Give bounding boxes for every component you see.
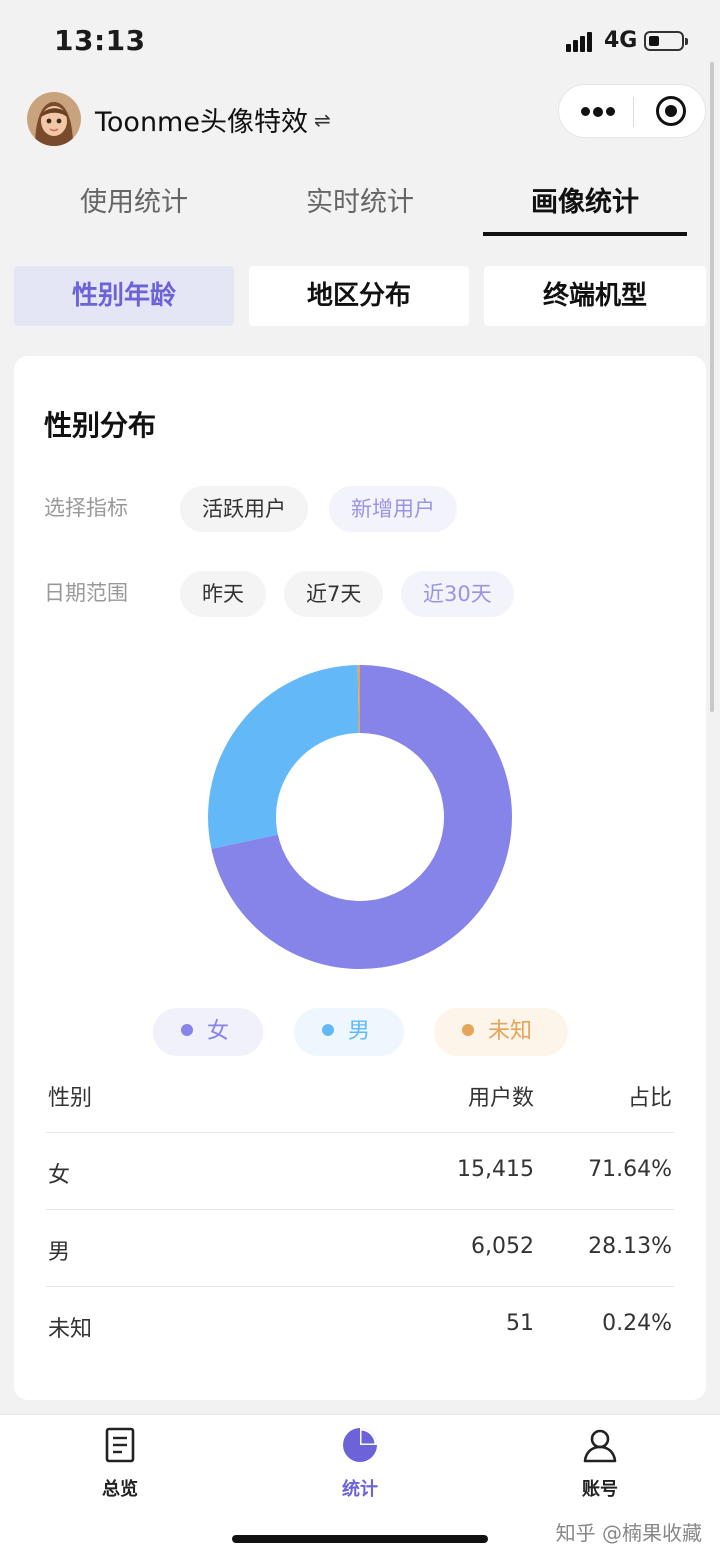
capsule-menu	[558, 84, 706, 138]
more-icon[interactable]	[581, 106, 617, 117]
profile-segments: 性别年龄 地区分布 终端机型	[14, 266, 706, 326]
table-cell-users: 51	[506, 1311, 534, 1336]
metric-active-users[interactable]: 活跃用户	[180, 486, 308, 532]
table-cell-ratio: 28.13%	[588, 1234, 672, 1259]
date-last-30-days[interactable]: 近30天	[401, 571, 514, 617]
capsule-divider	[633, 97, 634, 127]
segment-region[interactable]: 地区分布	[249, 266, 469, 326]
table-divider	[46, 1209, 674, 1210]
table-cell-gender: 女	[48, 1163, 71, 1188]
network-type: 4G	[604, 28, 638, 53]
table-header-gender: 性别	[48, 1086, 93, 1111]
segment-gender-age[interactable]: 性别年龄	[14, 266, 234, 326]
tab-usage-stats[interactable]: 使用统计	[24, 180, 244, 219]
table-cell-gender: 未知	[48, 1317, 93, 1342]
table-header-users: 用户数	[467, 1086, 534, 1111]
table-header-ratio: 占比	[627, 1086, 672, 1111]
close-target-icon[interactable]	[656, 96, 686, 126]
table-cell-ratio: 0.24%	[602, 1311, 672, 1336]
battery-icon	[644, 31, 688, 51]
table-cell-ratio: 71.64%	[588, 1157, 672, 1182]
bottom-nav: 总览 统计 账号 知乎 @楠果收藏	[0, 1414, 720, 1559]
mini-program-header: Toonme头像特效 ⇌	[0, 84, 720, 154]
table-divider	[46, 1286, 674, 1287]
gender-donut-chart	[207, 665, 512, 969]
document-icon	[105, 1427, 135, 1463]
tab-realtime-stats[interactable]: 实时统计	[250, 180, 470, 219]
legend-dot-female	[181, 1024, 193, 1036]
card-title: 性别分布	[44, 409, 157, 442]
stats-tabs: 使用统计 实时统计 画像统计	[0, 170, 720, 240]
legend-label-unknown: 未知	[488, 1019, 533, 1044]
metric-label: 选择指标	[44, 496, 128, 520]
nav-account[interactable]: 账号	[540, 1425, 660, 1501]
swap-icon[interactable]: ⇌	[314, 108, 331, 132]
active-tab-indicator	[483, 232, 687, 236]
signal-icon	[566, 30, 598, 52]
app-title[interactable]: Toonme头像特效	[95, 100, 308, 139]
legend-dot-unknown	[462, 1024, 474, 1036]
legend-unknown[interactable]: 未知	[434, 1008, 568, 1056]
segment-device[interactable]: 终端机型	[484, 266, 706, 326]
scrollbar[interactable]	[710, 62, 714, 712]
nav-label: 总览	[102, 1479, 138, 1500]
gender-distribution-card: 性别分布 选择指标 活跃用户 新增用户 日期范围 昨天 近7天 近30天 女 男…	[14, 356, 706, 1400]
table-divider	[46, 1132, 674, 1133]
pie-chart-icon	[343, 1428, 377, 1462]
legend-dot-male	[322, 1024, 334, 1036]
date-yesterday[interactable]: 昨天	[180, 571, 266, 617]
table-cell-gender: 男	[48, 1240, 71, 1265]
watermark: 知乎 @楠果收藏	[555, 1521, 702, 1545]
table-cell-users: 6,052	[471, 1234, 534, 1259]
date-last-7-days[interactable]: 近7天	[284, 571, 384, 617]
tab-profile-stats[interactable]: 画像统计	[475, 180, 695, 219]
donut-slice-male[interactable]	[207, 665, 359, 849]
legend-male[interactable]: 男	[294, 1008, 404, 1056]
nav-label: 统计	[342, 1479, 378, 1500]
legend-label-female: 女	[207, 1019, 230, 1044]
user-icon	[583, 1429, 617, 1463]
nav-stats[interactable]: 统计	[300, 1425, 420, 1501]
metric-new-users[interactable]: 新增用户	[329, 486, 457, 532]
nav-label: 账号	[582, 1479, 618, 1500]
status-time: 13:13	[54, 24, 146, 57]
legend-female[interactable]: 女	[153, 1008, 263, 1056]
app-avatar[interactable]	[27, 92, 81, 146]
date-range-label: 日期范围	[44, 581, 128, 605]
legend-label-male: 男	[348, 1019, 371, 1044]
status-bar: 13:13 4G	[0, 0, 720, 84]
home-indicator	[232, 1535, 488, 1543]
table-cell-users: 15,415	[457, 1157, 534, 1182]
nav-overview[interactable]: 总览	[60, 1425, 180, 1501]
